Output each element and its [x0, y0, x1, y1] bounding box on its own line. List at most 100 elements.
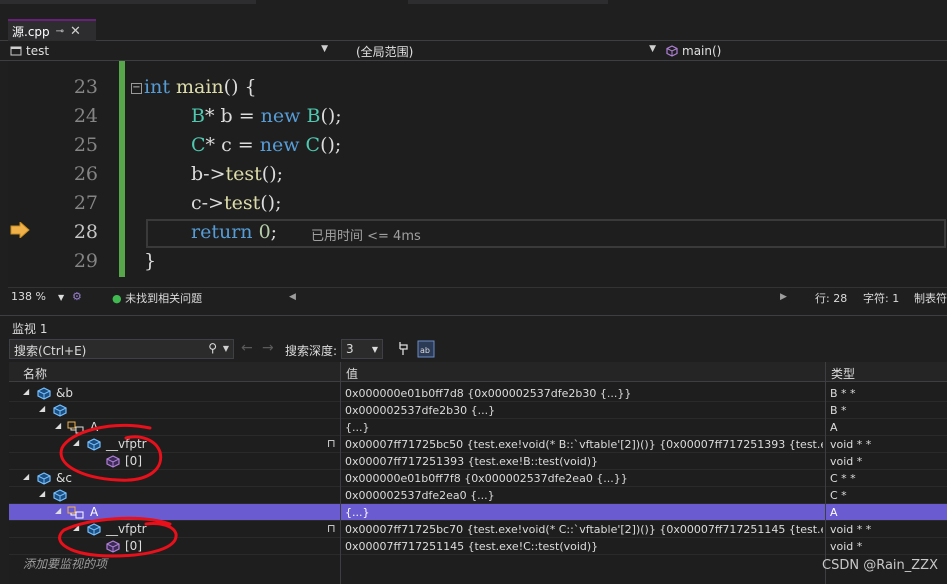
column-header-name[interactable]: 名称: [23, 365, 47, 382]
pin-icon[interactable]: ⊸: [56, 26, 64, 37]
project-dropdown[interactable]: test ▼: [10, 42, 332, 60]
watch-row-type: C *: [830, 489, 847, 502]
column-header-value[interactable]: 值: [346, 365, 358, 382]
column-header-type[interactable]: 类型: [831, 365, 855, 382]
top-strip-segment: [408, 0, 608, 4]
watch-row[interactable]: [0] 0x00007ff717251393 {test.exe!B::test…: [9, 453, 947, 470]
scroll-right-icon[interactable]: ▶: [780, 292, 787, 302]
watch-panel-title: 监视 1: [12, 322, 48, 336]
search-back-icon[interactable]: ←: [241, 340, 253, 356]
check-circle-icon: ●: [112, 292, 122, 305]
watch-row-name: A: [90, 505, 99, 519]
tab-filename: 源.cpp: [12, 24, 50, 39]
document-tab-row: 源.cpp ⊸ ✕: [0, 19, 947, 41]
watch-row-name: &c: [56, 471, 72, 485]
watermark: CSDN @Rain_ZZX: [822, 558, 938, 573]
watch-row-type: void *: [830, 455, 863, 468]
collapse-icon[interactable]: −: [131, 83, 142, 94]
watch-row-name: __vfptr: [106, 522, 147, 536]
watch-grid-header: 名称 值 类型: [9, 362, 947, 382]
line-number-partial: 22: [36, 61, 98, 65]
add-watch-item[interactable]: 添加要监视的项: [23, 555, 107, 572]
column-divider[interactable]: [340, 362, 341, 584]
variable-icon: [87, 523, 101, 536]
view-string-icon[interactable]: ab: [417, 340, 435, 358]
issues-status[interactable]: ● 未找到相关问题: [112, 290, 202, 306]
close-icon[interactable]: ✕: [70, 24, 81, 39]
watch-grid[interactable]: 名称 值 类型 ◢ &b 0x000000e01b0ff7d8 {0x00000…: [9, 362, 947, 584]
collapse-arrow-icon[interactable]: ◢: [23, 472, 29, 481]
method-cube-icon: [106, 455, 120, 468]
search-forward-icon[interactable]: →: [262, 340, 274, 356]
watch-row[interactable]: ◢ &c 0x000000e01b0ff7f8 {0x000002537dfe2…: [9, 470, 947, 487]
navigation-bar: test ▼ (全局范围) ▼ main(): [0, 41, 947, 61]
watch-row-name: [0]: [125, 454, 142, 468]
search-depth-select[interactable]: 3 ▼: [341, 339, 383, 359]
watch-row[interactable]: ◢ __vfptr ⊓ 0x00007ff71725bc50 {test.exe…: [9, 436, 947, 453]
code-line-28: return 0;: [191, 221, 278, 243]
watch-row[interactable]: ◢ A {...} A: [9, 419, 947, 436]
watch-row-value: 0x000000e01b0ff7d8 {0x000002537dfe2b30 {…: [345, 387, 632, 400]
watch-row-value: 0x00007ff717251145 {test.exe!C::test(voi…: [345, 540, 599, 553]
collapse-arrow-icon[interactable]: ◢: [23, 387, 29, 396]
code-editor[interactable]: 22 23 24 25 26 27 28 29 − int main() { B…: [8, 61, 947, 287]
intellicode-icon[interactable]: ⚙: [72, 290, 82, 303]
watch-row-type: B *: [830, 404, 847, 417]
code-line-29: }: [144, 250, 157, 272]
search-icon[interactable]: ⚲: [208, 341, 217, 355]
zoom-level[interactable]: 138 %: [11, 290, 46, 303]
code-line-25: C* c = new C();: [191, 134, 342, 156]
watch-row[interactable]: ◢ 0x000002537dfe2ea0 {...} C *: [9, 487, 947, 504]
code-line-27: c->test();: [191, 192, 282, 214]
collapse-arrow-icon[interactable]: ◢: [55, 506, 61, 515]
watch-row-type: void *: [830, 540, 863, 553]
chevron-down-icon[interactable]: ▼: [223, 344, 229, 353]
issues-label: 未找到相关问题: [125, 292, 203, 305]
collapse-arrow-icon[interactable]: ◢: [73, 438, 79, 447]
tab-source-file[interactable]: 源.cpp ⊸ ✕: [8, 19, 96, 41]
scroll-left-icon[interactable]: ◀: [289, 292, 296, 302]
watch-row[interactable]: ◢ &b 0x000000e01b0ff7d8 {0x000002537dfe2…: [9, 385, 947, 402]
pin-icon[interactable]: ⊓: [327, 437, 336, 450]
column-divider[interactable]: [825, 362, 826, 584]
watch-row[interactable]: [0] 0x00007ff717251145 {test.exe!C::test…: [9, 538, 947, 555]
column-indicator[interactable]: 字符: 1: [863, 290, 899, 306]
line-number-current: 28: [73, 221, 98, 243]
watch-row-type: B * *: [830, 387, 856, 400]
line-number: 26: [73, 163, 98, 185]
watch-row-type: void * *: [830, 523, 872, 536]
code-line-26: b->test();: [191, 163, 284, 185]
watch-row-value: 0x00007ff717251393 {test.exe!B::test(voi…: [345, 455, 599, 468]
collapse-arrow-icon[interactable]: ◢: [39, 489, 45, 498]
scope-label: (全局范围): [356, 44, 414, 59]
chevron-down-icon[interactable]: ▼: [58, 293, 64, 302]
collapse-arrow-icon[interactable]: ◢: [55, 421, 61, 430]
watch-row-type: A: [830, 506, 838, 519]
watch-row-value: 0x000000e01b0ff7f8 {0x000002537dfe2ea0 {…: [345, 472, 628, 485]
perf-tip[interactable]: 已用时间 <= 4ms: [311, 225, 421, 244]
collapse-arrow-icon[interactable]: ◢: [39, 404, 45, 413]
pin-icon[interactable]: [395, 340, 413, 358]
project-icon: [10, 46, 22, 56]
search-input[interactable]: 搜索(Ctrl+E) ⚲ ▼: [9, 339, 234, 359]
chevron-down-icon: ▼: [371, 345, 378, 354]
line-indicator[interactable]: 行: 28: [815, 290, 847, 306]
line-number: 27: [73, 192, 98, 214]
top-strip: [0, 0, 947, 19]
pin-icon[interactable]: ⊓: [327, 522, 336, 535]
scope-dropdown[interactable]: (全局范围) ▼: [356, 42, 660, 60]
watch-row-selected[interactable]: ◢ A {...} A: [9, 504, 947, 521]
variable-icon: [37, 472, 51, 485]
search-placeholder: 搜索(Ctrl+E): [14, 344, 87, 358]
watch-row[interactable]: ◢ __vfptr ⊓ 0x00007ff71725bc70 {test.exe…: [9, 521, 947, 538]
line-number: 25: [73, 134, 98, 156]
variable-icon: [53, 404, 67, 417]
search-depth-label: 搜索深度:: [285, 344, 338, 358]
watch-row-value: {...}: [345, 421, 370, 434]
member-label: main(): [682, 44, 722, 58]
member-dropdown[interactable]: main(): [666, 42, 946, 60]
watch-row[interactable]: ◢ 0x000002537dfe2b30 {...} B *: [9, 402, 947, 419]
tabs-indicator[interactable]: 制表符: [914, 290, 947, 306]
collapse-arrow-icon[interactable]: ◢: [73, 523, 79, 532]
splitter[interactable]: [0, 307, 947, 315]
